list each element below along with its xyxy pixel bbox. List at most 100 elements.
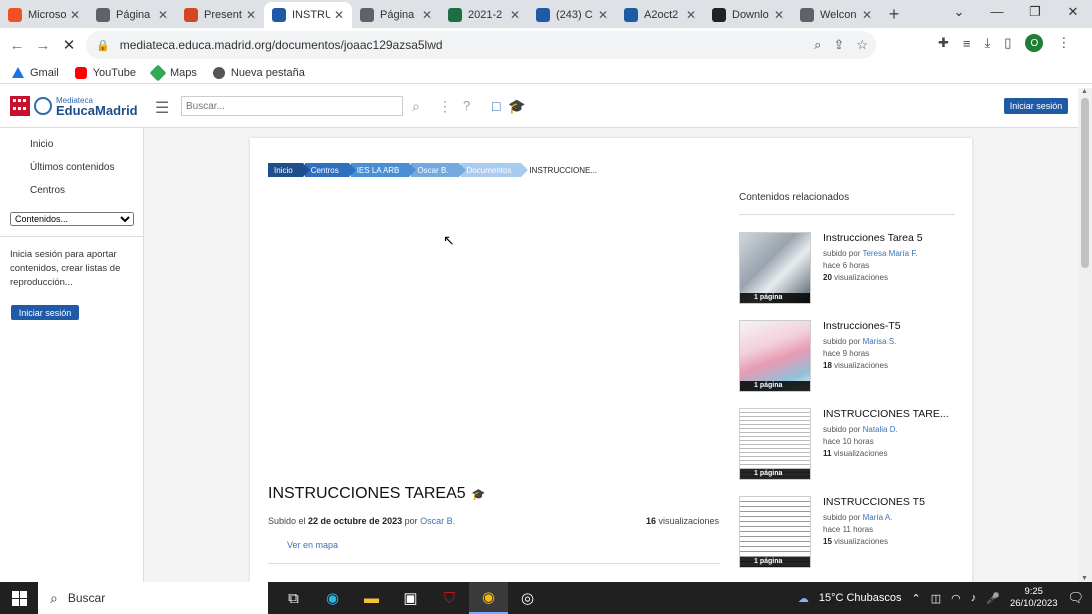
weather-text[interactable]: 15°C Chubascos — [819, 592, 902, 604]
search-input[interactable] — [181, 96, 403, 116]
tab-search-icon[interactable]: ⌄ — [940, 4, 978, 20]
share-icon[interactable]: ⇪ — [833, 37, 844, 53]
related-author-link[interactable]: Marisa S. — [863, 337, 897, 346]
sidebar-item-ultimos[interactable]: Últimos contenidos — [30, 162, 114, 173]
mcafee-icon[interactable]: ⛉ — [430, 582, 469, 614]
reading-list-icon[interactable]: ≡ — [963, 36, 971, 51]
hamburger-menu-icon[interactable]: ☰ — [155, 98, 169, 118]
file-explorer-icon[interactable]: ▬ — [352, 582, 391, 614]
related-title[interactable]: Instrucciones Tarea 5 — [823, 232, 923, 244]
bookmark-new-tab[interactable]: Nueva pestaña — [212, 66, 305, 79]
browser-tab[interactable]: (243) C ✕ — [528, 2, 616, 28]
bookmark-youtube[interactable]: YouTube — [74, 66, 136, 79]
related-author-link[interactable]: María A. — [863, 513, 893, 522]
related-thumbnail[interactable]: 1 página — [739, 232, 811, 304]
page-scrollbar[interactable]: ▲ ▼ — [1078, 88, 1092, 582]
close-tab-icon[interactable]: ✕ — [246, 8, 256, 22]
chrome-taskbar-icon[interactable]: ◉ — [469, 582, 508, 614]
zoom-icon[interactable]: ⌕ — [814, 37, 821, 53]
notification-icon[interactable]: 🗨 — [1067, 590, 1084, 606]
browser-tab[interactable]: A2oct2 ✕ — [616, 2, 704, 28]
browser-tab[interactable]: 2021-2 ✕ — [440, 2, 528, 28]
tray-chevron-icon[interactable]: ⌃ — [912, 592, 921, 605]
stop-loading-icon[interactable]: ✕ — [56, 36, 82, 54]
related-item[interactable]: 1 página INSTRUCCIONES T5 subido por María… — [739, 496, 959, 570]
close-tab-icon[interactable]: ✕ — [70, 8, 80, 22]
taskbar-search[interactable]: ⌕ Buscar — [38, 582, 268, 614]
forward-icon[interactable]: → — [30, 37, 56, 54]
clock[interactable]: 9:25 26/10/2023 — [1010, 586, 1058, 610]
related-item[interactable]: 1 página INSTRUCCIONES TARE... subido por … — [739, 408, 959, 482]
login-button-header[interactable]: Iniciar sesión — [1004, 98, 1068, 114]
close-tab-icon[interactable]: ✕ — [334, 8, 344, 22]
store-icon[interactable]: ▣ — [391, 582, 430, 614]
related-item[interactable]: 1 página Instrucciones Tarea 5 subido por … — [739, 232, 959, 306]
minimize-button[interactable]: — — [978, 4, 1016, 20]
close-tab-icon[interactable]: ✕ — [774, 8, 784, 22]
close-tab-icon[interactable]: ✕ — [422, 8, 432, 22]
breadcrumb-item[interactable]: Documentos — [460, 163, 529, 177]
related-title[interactable]: INSTRUCCIONES TARE... — [823, 408, 949, 420]
breadcrumb-item[interactable]: Oscar B. — [411, 163, 466, 177]
related-title[interactable]: INSTRUCCIONES T5 — [823, 496, 925, 508]
related-title[interactable]: Instrucciones-T5 — [823, 320, 901, 332]
more-options-icon[interactable]: ⋮ — [438, 98, 452, 115]
network-icon[interactable]: ◫ — [931, 592, 941, 605]
obs-icon[interactable]: ◎ — [508, 582, 547, 614]
search-icon[interactable]: ⌕ — [412, 98, 420, 115]
browser-tab[interactable]: Página ✕ — [88, 2, 176, 28]
close-tab-icon[interactable]: ✕ — [862, 8, 872, 22]
scroll-up-icon[interactable]: ▲ — [1081, 88, 1088, 95]
related-thumbnail[interactable]: 1 página — [739, 496, 811, 568]
map-link[interactable]: Ver en mapa — [287, 540, 338, 550]
related-author-link[interactable]: Natalia D. — [863, 425, 898, 434]
browser-tab[interactable]: Downlo ✕ — [704, 2, 792, 28]
browser-tab[interactable]: Welcon ✕ — [792, 2, 880, 28]
bookmark-gmail[interactable]: Gmail — [12, 67, 59, 79]
breadcrumb-item[interactable]: IES LA ARB — [350, 163, 417, 177]
menu-kebab-icon[interactable]: ⋮ — [1057, 35, 1070, 51]
login-button-sidebar[interactable]: Iniciar sesión — [11, 305, 79, 320]
browser-tab[interactable]: Microso ✕ — [0, 2, 88, 28]
scrollbar-thumb[interactable] — [1081, 98, 1089, 268]
download-icon[interactable]: ⤓ — [985, 35, 991, 51]
browser-tab[interactable]: INSTRU ✕ — [264, 2, 352, 28]
side-panel-icon[interactable]: ▯ — [1004, 35, 1011, 51]
close-tab-icon[interactable]: ✕ — [510, 8, 520, 22]
bookmark-maps[interactable]: Maps — [149, 64, 197, 81]
author-link[interactable]: Oscar B. — [420, 516, 455, 526]
wifi-icon[interactable]: ◠ — [951, 592, 961, 605]
related-item[interactable]: 1 página Instrucciones-T5 subido por Maris… — [739, 320, 959, 394]
related-author-link[interactable]: Teresa María F. — [862, 249, 917, 258]
sidebar-item-centros[interactable]: Centros — [30, 185, 65, 196]
related-thumbnail[interactable]: 1 página — [739, 320, 811, 392]
close-tab-icon[interactable]: ✕ — [158, 8, 168, 22]
mortarboard-icon[interactable]: 🎓 — [508, 98, 525, 115]
bookmark-star-icon[interactable]: ☆ — [856, 37, 868, 53]
extensions-icon[interactable]: ✚ — [938, 35, 949, 51]
profile-avatar[interactable]: O — [1025, 34, 1044, 52]
restore-button[interactable]: ❐ — [1016, 4, 1054, 20]
browser-tab[interactable]: Present ✕ — [176, 2, 264, 28]
breadcrumb-item[interactable]: Inicio — [268, 163, 310, 177]
task-view-icon[interactable]: ⧉ — [274, 582, 313, 614]
close-window-button[interactable]: ✕ — [1054, 4, 1092, 20]
back-icon[interactable]: ← — [4, 37, 30, 54]
related-thumbnail[interactable]: 1 página — [739, 408, 811, 480]
sidebar-item-inicio[interactable]: Inicio — [30, 139, 53, 150]
lock-icon[interactable]: 🔒 — [96, 39, 110, 52]
content-type-select[interactable]: Contenidos... — [10, 212, 134, 226]
square-icon[interactable]: □ — [492, 98, 500, 114]
close-tab-icon[interactable]: ✕ — [686, 8, 696, 22]
help-icon[interactable]: ? — [463, 98, 470, 113]
edge-icon[interactable]: ◉ — [313, 582, 352, 614]
start-button[interactable] — [0, 590, 38, 606]
microphone-icon[interactable]: 🎤 — [986, 592, 1000, 605]
educamadrid-logo[interactable]: Mediateca EducaMadrid — [10, 96, 138, 117]
browser-tab[interactable]: Página ✕ — [352, 2, 440, 28]
url-input[interactable]: 🔒 mediateca.educa.madrid.org/documentos/… — [86, 31, 876, 59]
volume-icon[interactable]: ♪ — [971, 592, 977, 604]
close-tab-icon[interactable]: ✕ — [598, 8, 608, 22]
new-tab-button[interactable]: + — [880, 4, 908, 25]
scroll-down-icon[interactable]: ▼ — [1081, 575, 1088, 582]
